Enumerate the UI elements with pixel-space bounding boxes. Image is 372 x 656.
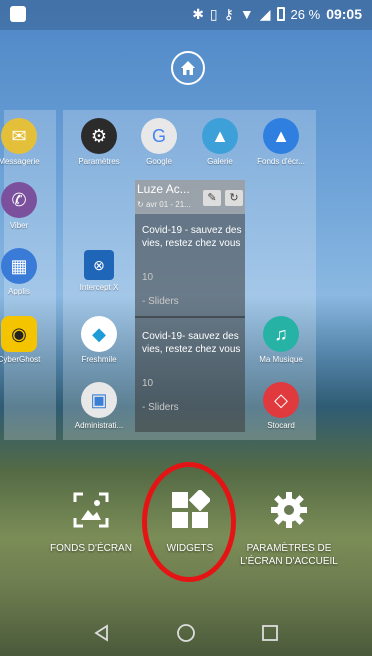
app-galerie[interactable]: ▲ Galerie <box>190 118 250 166</box>
wallpaper-option-icon <box>69 488 113 532</box>
status-bar: ✱ ▯ ⚷ ▼ ◢ 26 % 09:05 <box>0 0 372 30</box>
app-fonds-ecran[interactable]: ▲ Fonds d'écr... <box>251 118 311 166</box>
sophos-icon: ⊗ <box>84 250 114 280</box>
gallery-icon: ▲ <box>202 118 238 154</box>
home-nav-icon[interactable] <box>176 623 196 643</box>
app-cyberghost[interactable]: ◉ CyberGhost <box>0 316 49 364</box>
back-icon[interactable] <box>93 624 111 642</box>
battery-percent: 26 % <box>290 6 321 22</box>
home-screen-settings-option[interactable]: PARAMÈTRES DE L'ÉCRAN D'ACCUEIL <box>234 488 344 568</box>
app-freshmile[interactable]: ◆ Freshmile <box>69 316 129 364</box>
home-settings-icon <box>267 488 311 532</box>
app-label: Administrati... <box>74 421 124 430</box>
widget-item-count: 10 <box>142 378 154 389</box>
cyberghost-icon: ◉ <box>1 316 37 352</box>
home-page-left[interactable]: ✉ Messagerie ✆ Viber ▦ Applis ◉ CyberGho… <box>0 110 56 440</box>
highlight-circle <box>142 462 236 582</box>
app-label: Applis <box>8 287 30 296</box>
google-folder-icon: G <box>141 118 177 154</box>
battery-icon <box>276 7 285 21</box>
app-label: Ma Musique <box>259 355 303 364</box>
home-icon <box>181 61 195 75</box>
app-ma-musique[interactable]: ♫ Ma Musique <box>251 316 311 364</box>
widget-item-source: - Sliders <box>142 402 179 413</box>
music-icon: ♫ <box>263 316 299 352</box>
option-label: PARAMÈTRES DE L'ÉCRAN D'ACCUEIL <box>240 543 338 567</box>
home-page-button[interactable] <box>171 51 205 85</box>
admin-icon: ▣ <box>81 382 117 418</box>
app-label: Fonds d'écr... <box>257 157 305 166</box>
widget-item-count: 10 <box>142 272 154 283</box>
widget-divider <box>135 316 245 318</box>
status-icons: ✱ ▯ ⚷ ▼ ◢ 26 % 09:05 <box>192 6 362 22</box>
gear-icon: ⚙ <box>81 118 117 154</box>
widget-date: ↻ avr 01 - 21... <box>137 200 191 209</box>
option-label: FONDS D'ÉCRAN <box>50 543 132 554</box>
refresh-icon[interactable]: ↻ <box>225 190 243 206</box>
app-label: Galerie <box>207 157 233 166</box>
app-messagerie[interactable]: ✉ Messagerie <box>0 118 49 166</box>
app-label: CyberGhost <box>0 355 41 364</box>
app-label: Viber <box>9 221 29 230</box>
stocard-icon: ◇ <box>263 382 299 418</box>
navigation-bar <box>0 610 372 656</box>
clock: 09:05 <box>326 6 362 22</box>
freshmile-icon: ◆ <box>81 316 117 352</box>
app-label: Google <box>146 157 172 166</box>
wallpaper-icon: ▲ <box>263 118 299 154</box>
wallpapers-option[interactable]: FONDS D'ÉCRAN <box>36 488 146 555</box>
app-intercept-x[interactable]: ⊗ Intercept X <box>69 250 129 292</box>
apps-icon: ▦ <box>1 248 37 284</box>
bluetooth-icon: ✱ <box>192 6 204 22</box>
messaging-icon: ✉ <box>1 118 37 154</box>
widget-item-text[interactable]: Covid-19 - sauvez des vies, restez chez … <box>142 224 242 250</box>
wifi-icon: ▼ <box>239 6 254 22</box>
app-applis[interactable]: ▦ Applis <box>0 248 49 296</box>
wrench-icon[interactable]: ✎ <box>203 190 221 206</box>
vibrate-icon: ▯ <box>209 6 218 22</box>
app-label: Stocard <box>267 421 295 430</box>
widget-item-source: - Sliders <box>142 296 179 307</box>
recents-icon[interactable] <box>261 624 279 642</box>
app-notification-icon <box>10 6 26 22</box>
viber-icon: ✆ <box>1 182 37 218</box>
app-viber[interactable]: ✆ Viber <box>0 182 49 230</box>
app-label: Messagerie <box>0 157 40 166</box>
app-administration[interactable]: ▣ Administrati... <box>69 382 129 430</box>
widget-header: Luze Ac... ↻ avr 01 - 21... ✎ ↻ <box>135 180 245 214</box>
widget-item-text[interactable]: Covid-19- sauvez des vies, restez chez v… <box>142 330 242 356</box>
app-parametres[interactable]: ⚙ Paramètres <box>69 118 129 166</box>
app-label: Intercept X <box>79 283 119 292</box>
app-label: Paramètres <box>78 157 120 166</box>
app-stocard[interactable]: ◇ Stocard <box>251 382 311 430</box>
key-icon: ⚷ <box>223 6 234 22</box>
news-widget[interactable]: Luze Ac... ↻ avr 01 - 21... ✎ ↻ Covid-19… <box>135 180 245 432</box>
signal-icon: ◢ <box>259 6 271 22</box>
app-label: Freshmile <box>81 355 117 364</box>
widget-title: Luze Ac... <box>137 182 190 196</box>
app-google-folder[interactable]: G Google <box>129 118 189 166</box>
